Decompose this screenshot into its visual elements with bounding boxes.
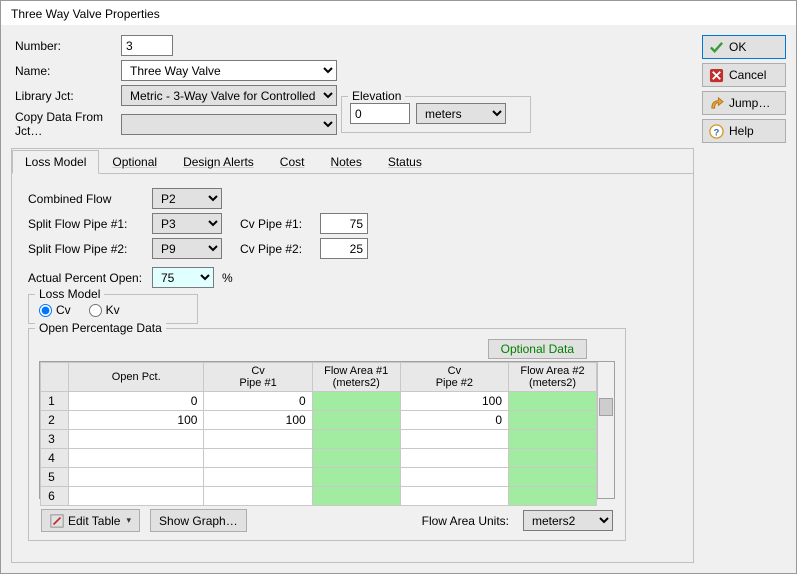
apo-label: Actual Percent Open: [28,271,144,285]
titlebar: Three Way Valve Properties [1,1,796,25]
apo-select[interactable]: 75 [152,267,214,288]
svg-text:?: ? [714,127,720,137]
cv1-input[interactable] [320,213,368,234]
help-button[interactable]: ? Help [702,119,786,143]
table-row[interactable]: 3 [41,430,597,449]
jump-icon [709,96,724,111]
copydata-select[interactable] [121,114,337,135]
apo-suffix: % [222,271,233,285]
tab-status[interactable]: Status [375,150,435,174]
elevation-label: Elevation [348,89,405,103]
tab-design-alerts[interactable]: Design Alerts [170,150,267,174]
cv2-label: Cv Pipe #2: [240,242,312,256]
sf1-select[interactable]: P3 [152,213,222,234]
window-title: Three Way Valve Properties [11,7,160,21]
name-select[interactable]: Three Way Valve [121,60,337,81]
combined-flow-select[interactable]: P2 [152,188,222,209]
lossmodel-label: Loss Model [35,287,104,301]
flow-area-units-select[interactable]: meters2 [523,510,613,531]
flow-area-label: Flow Area Units: [422,514,509,528]
copydata-label: Copy Data From Jct… [11,110,121,138]
help-icon: ? [709,124,724,139]
kv-radio[interactable]: Kv [89,303,120,317]
combined-flow-label: Combined Flow [28,192,144,206]
number-input[interactable] [121,35,173,56]
ok-button[interactable]: OK [702,35,786,59]
edit-table-button[interactable]: Edit Table▾ [41,509,140,532]
tabstrip: Loss Model Optional Design Alerts Cost N… [12,149,693,174]
tab-optional[interactable]: Optional [99,150,170,174]
cancel-button[interactable]: Cancel [702,63,786,87]
cv-radio[interactable]: Cv [39,303,71,317]
name-label: Name: [11,64,121,78]
tab-notes[interactable]: Notes [317,150,374,174]
optional-data-button[interactable]: Optional Data [488,339,587,359]
number-label: Number: [11,39,121,53]
table-row[interactable]: 5 [41,468,597,487]
show-graph-button[interactable]: Show Graph… [150,509,247,532]
check-icon [709,40,724,55]
table-row[interactable]: 100100 [41,392,597,411]
open-pct-table[interactable]: Open Pct. Cv Pipe #1 Flow Area #1 (meter… [40,362,597,506]
cv2-input[interactable] [320,238,368,259]
table-row[interactable]: 4 [41,449,597,468]
library-label: Library Jct: [11,89,121,103]
table-scrollbar[interactable] [597,362,614,498]
tab-loss-model[interactable]: Loss Model [12,150,99,174]
jump-button[interactable]: Jump… [702,91,786,115]
sf2-label: Split Flow Pipe #2: [28,242,144,256]
sf1-label: Split Flow Pipe #1: [28,217,144,231]
elevation-input[interactable] [350,103,410,124]
pencil-icon [50,514,64,528]
x-icon [709,68,724,83]
table-row[interactable]: 21001000 [41,411,597,430]
library-select[interactable]: Metric - 3-Way Valve for Controlled HEX … [121,85,337,106]
table-row[interactable]: 6 [41,487,597,506]
tab-cost[interactable]: Cost [267,150,318,174]
sf2-select[interactable]: P9 [152,238,222,259]
elevation-units[interactable]: meters [416,103,506,124]
cv1-label: Cv Pipe #1: [240,217,312,231]
opdata-label: Open Percentage Data [35,321,166,335]
